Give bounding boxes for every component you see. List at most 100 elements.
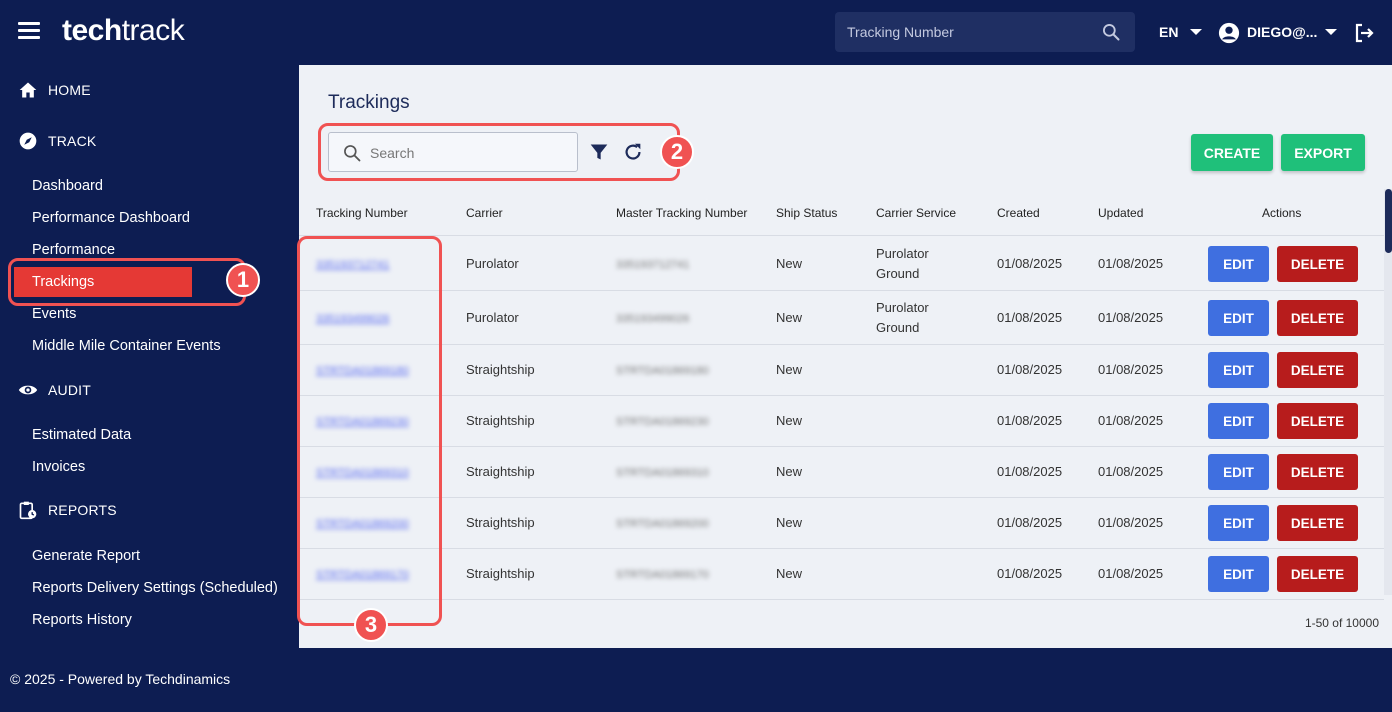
carrier-cell: Straightship bbox=[466, 566, 535, 581]
page-title: Trackings bbox=[328, 92, 410, 113]
sidebar-section-track[interactable]: TRACK bbox=[18, 131, 96, 151]
table-row: STRTDA01869170 Straightship STRTDA018691… bbox=[299, 549, 1384, 600]
updated-cell: 01/08/2025 bbox=[1098, 362, 1164, 377]
delete-button[interactable]: DELETE bbox=[1277, 556, 1358, 592]
ship-status-cell: New bbox=[776, 256, 803, 271]
home-icon bbox=[19, 82, 37, 98]
sidebar-item-reports-delivery-settings[interactable]: Reports Delivery Settings (Scheduled) bbox=[32, 580, 278, 596]
carrier-cell: Straightship bbox=[466, 362, 535, 377]
eye-icon bbox=[18, 385, 38, 395]
updated-cell: 01/08/2025 bbox=[1098, 464, 1164, 479]
table-row: 335193712741 Purolator 335193712741 New … bbox=[299, 237, 1384, 291]
compass-icon bbox=[19, 132, 37, 150]
sidebar-item-invoices[interactable]: Invoices bbox=[32, 459, 85, 475]
logo-text-bold: tech bbox=[62, 14, 122, 47]
created-cell: 01/08/2025 bbox=[997, 566, 1063, 581]
table-row: 335193499026 Purolator 335193499026 New … bbox=[299, 291, 1384, 345]
column-header[interactable]: Created bbox=[997, 206, 1040, 220]
logout-icon[interactable] bbox=[1352, 21, 1376, 45]
created-cell: 01/08/2025 bbox=[997, 362, 1063, 377]
delete-button[interactable]: DELETE bbox=[1277, 352, 1358, 388]
sidebar-item-reports-history[interactable]: Reports History bbox=[32, 612, 132, 628]
updated-cell: 01/08/2025 bbox=[1098, 256, 1164, 271]
edit-button[interactable]: EDIT bbox=[1208, 454, 1269, 490]
sidebar-item-performance-dashboard[interactable]: Performance Dashboard bbox=[32, 210, 190, 226]
tracking-number-input[interactable] bbox=[847, 20, 1087, 44]
ship-status-cell: New bbox=[776, 413, 803, 428]
export-button[interactable]: EXPORT bbox=[1281, 134, 1365, 171]
user-menu[interactable]: DIEGO@... bbox=[1247, 24, 1317, 40]
ship-status-cell: New bbox=[776, 464, 803, 479]
carrier-cell: Straightship bbox=[466, 464, 535, 479]
delete-button[interactable]: DELETE bbox=[1277, 505, 1358, 541]
account-icon[interactable] bbox=[1218, 22, 1240, 44]
sidebar-item-events[interactable]: Events bbox=[32, 306, 76, 322]
app-logo[interactable]: techtrack bbox=[62, 14, 185, 48]
annotation-highlight-tracking-links bbox=[297, 236, 442, 626]
footer: © 2025 - Powered by Techdinamics bbox=[0, 648, 1392, 712]
edit-button[interactable]: EDIT bbox=[1208, 300, 1269, 336]
table-row: STRTDA01869230 Straightship STRTDA018692… bbox=[299, 396, 1384, 447]
column-header[interactable]: Tracking Number bbox=[316, 206, 408, 220]
edit-button[interactable]: EDIT bbox=[1208, 403, 1269, 439]
search-icon[interactable] bbox=[1101, 22, 1121, 42]
annotation-highlight-search-tools bbox=[318, 123, 680, 181]
tracking-number-search bbox=[835, 12, 1135, 52]
top-app-bar: techtrack EN DIEGO@... bbox=[0, 0, 1392, 65]
delete-button[interactable]: DELETE bbox=[1277, 300, 1358, 336]
master-tracking-cell: STRTDA01869230 bbox=[616, 416, 709, 428]
sidebar-section-audit[interactable]: AUDIT bbox=[18, 380, 91, 400]
table-row: STRTDA01869180 Straightship STRTDA018691… bbox=[299, 345, 1384, 396]
sidebar-section-label: HOME bbox=[48, 82, 91, 98]
sidebar-item-generate-report[interactable]: Generate Report bbox=[32, 548, 140, 564]
footer-copyright: © 2025 - Powered by Techdinamics bbox=[10, 671, 231, 687]
edit-button[interactable]: EDIT bbox=[1208, 505, 1269, 541]
sidebar-item-middle-mile-container-events[interactable]: Middle Mile Container Events bbox=[32, 338, 221, 354]
annotation-badge-2: 2 bbox=[660, 135, 694, 169]
updated-cell: 01/08/2025 bbox=[1098, 566, 1164, 581]
column-header[interactable]: Updated bbox=[1098, 206, 1143, 220]
table-row: STRTDA01869200 Straightship STRTDA018692… bbox=[299, 498, 1384, 549]
table-row: STRTDA01869310 Straightship STRTDA018693… bbox=[299, 447, 1384, 498]
annotation-badge-3: 3 bbox=[354, 608, 388, 642]
sidebar-section-reports[interactable]: REPORTS bbox=[18, 500, 117, 520]
master-tracking-cell: STRTDA01869200 bbox=[616, 518, 709, 530]
column-header[interactable]: Ship Status bbox=[776, 206, 837, 220]
sidebar-section-home[interactable]: HOME bbox=[18, 80, 91, 100]
master-tracking-cell: 335193712741 bbox=[616, 259, 690, 271]
sidebar-section-label: TRACK bbox=[48, 133, 97, 149]
chevron-down-icon[interactable] bbox=[1190, 29, 1202, 35]
carrier-service-cell: Ground bbox=[876, 266, 920, 281]
chevron-down-icon[interactable] bbox=[1325, 29, 1337, 35]
column-header[interactable]: Master Tracking Number bbox=[616, 206, 747, 220]
column-header[interactable]: Carrier Service bbox=[876, 206, 956, 220]
sidebar-item-estimated-data[interactable]: Estimated Data bbox=[32, 427, 131, 443]
created-cell: 01/08/2025 bbox=[997, 256, 1063, 271]
create-button[interactable]: CREATE bbox=[1191, 134, 1273, 171]
delete-button[interactable]: DELETE bbox=[1277, 403, 1358, 439]
ship-status-cell: New bbox=[776, 362, 803, 377]
master-tracking-cell: STRTDA01869170 bbox=[616, 569, 709, 581]
annotation-highlight-trackings bbox=[8, 258, 246, 306]
edit-button[interactable]: EDIT bbox=[1208, 556, 1269, 592]
carrier-cell: Purolator bbox=[466, 310, 519, 325]
edit-button[interactable]: EDIT bbox=[1208, 352, 1269, 388]
main-content: Trackings 2 CREATE EXPORT Tracking Numbe… bbox=[297, 65, 1392, 648]
pagination-label: 1-50 of 10000 bbox=[1304, 616, 1379, 630]
sidebar-item-performance[interactable]: Performance bbox=[32, 242, 115, 258]
scrollbar-thumb[interactable] bbox=[1385, 189, 1392, 253]
carrier-service-cell: Purolator bbox=[876, 246, 929, 261]
edit-button[interactable]: EDIT bbox=[1208, 246, 1269, 282]
sidebar-item-dashboard[interactable]: Dashboard bbox=[32, 178, 103, 194]
master-tracking-cell: STRTDA01869180 bbox=[616, 365, 709, 377]
carrier-service-cell: Ground bbox=[876, 320, 920, 335]
menu-icon[interactable] bbox=[18, 22, 40, 42]
sidebar: HOME TRACK Dashboard Performance Dashboa… bbox=[0, 65, 299, 648]
carrier-cell: Purolator bbox=[466, 256, 519, 271]
language-selector[interactable]: EN bbox=[1159, 24, 1178, 40]
delete-button[interactable]: DELETE bbox=[1277, 246, 1358, 282]
delete-button[interactable]: DELETE bbox=[1277, 454, 1358, 490]
column-header[interactable]: Carrier bbox=[466, 206, 503, 220]
carrier-cell: Straightship bbox=[466, 413, 535, 428]
table-scrollbar[interactable] bbox=[1384, 189, 1392, 595]
